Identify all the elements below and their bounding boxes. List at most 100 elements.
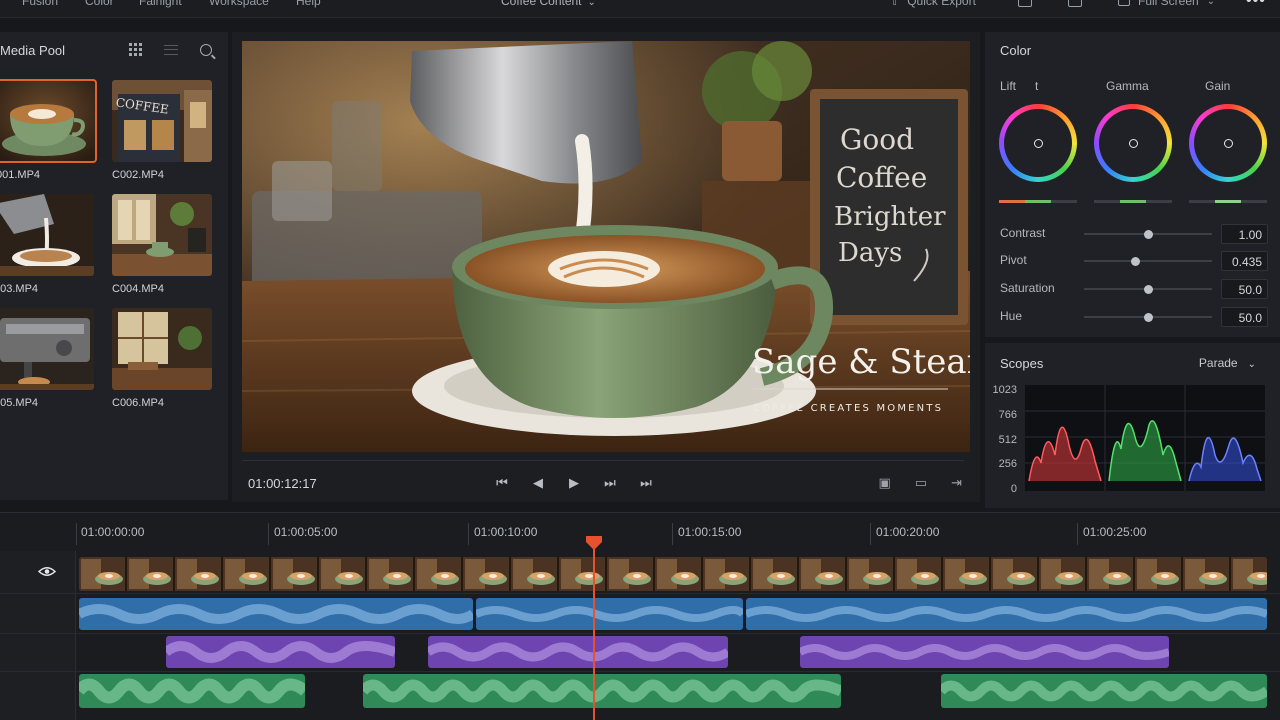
media-clip[interactable]: C006.MP4	[112, 308, 212, 409]
lift-wheel-handle[interactable]	[1034, 139, 1043, 148]
media-clip[interactable]: COFFEE C002.MP4	[112, 80, 212, 181]
clip-name: 003.MP4	[0, 283, 39, 295]
chevron-down-icon: ⌄	[587, 0, 596, 8]
audio-clip[interactable]	[79, 674, 305, 708]
transport-controls: ⏮ ◀ ▶ ⏭ ⏭	[494, 475, 654, 491]
gain-master-bar[interactable]	[1189, 200, 1267, 203]
saturation-slider[interactable]	[1084, 284, 1212, 294]
overlay-title: Sage & Steam	[752, 342, 970, 382]
ruler-timecode: 01:00:15:00	[678, 525, 742, 539]
project-title-dropdown[interactable]: Coffee Content ⌄	[501, 0, 596, 8]
contrast-control: Contrast 1.00	[1000, 224, 1270, 244]
gamma-wheel-handle[interactable]	[1129, 139, 1138, 148]
eye-icon[interactable]	[38, 566, 56, 577]
full-screen-label: Full Screen	[1138, 0, 1199, 8]
contrast-slider[interactable]	[1084, 229, 1212, 239]
audio-clip[interactable]	[166, 636, 395, 668]
audio-clip[interactable]	[476, 598, 743, 630]
pivot-label: Pivot	[1000, 253, 1027, 267]
go-to-start-icon[interactable]: ⏮	[494, 475, 510, 491]
video-preview[interactable]: Good Coffee Brighter Days Sage & Steam	[242, 41, 970, 452]
menu-bar: Fusion Color Fairlight Workspace Help Co…	[0, 0, 1280, 18]
scopes-panel: Scopes Parade ⌄ 1023 766 512 256 0	[985, 343, 1280, 508]
audio-clip[interactable]	[428, 636, 728, 668]
more-options-icon[interactable]: •••	[1246, 0, 1266, 10]
menu-help[interactable]: Help	[296, 0, 321, 8]
parade-scope	[1025, 385, 1265, 491]
hue-value[interactable]: 50.0	[1221, 307, 1268, 327]
saturation-label: Saturation	[1000, 281, 1055, 295]
color-panel: Color Lift t Gamma Gain Contrast 1.00 Pi…	[985, 32, 1280, 337]
audio-clip[interactable]	[941, 674, 1267, 708]
menu-fairlight[interactable]: Fairlight	[139, 0, 182, 8]
media-clip[interactable]: C004.MP4	[112, 194, 212, 295]
pivot-slider[interactable]	[1084, 256, 1212, 266]
hue-control: Hue 50.0	[1000, 307, 1270, 327]
playhead-handle[interactable]	[585, 536, 603, 550]
overlay-subtitle: COFFEE CREATES MOMENTS	[753, 403, 943, 414]
quick-export-label: Quick Export	[907, 0, 976, 8]
ruler-timecode: 01:00:00:00	[81, 525, 145, 539]
clip-thumbnail	[0, 194, 94, 276]
quick-export-button[interactable]: ⇧ Quick Export	[890, 0, 976, 8]
gamma-color-wheel[interactable]	[1094, 104, 1172, 182]
chalk-line-4: Days	[838, 238, 902, 268]
list-view-icon[interactable]	[164, 44, 178, 55]
step-back-icon[interactable]: ◀	[530, 475, 546, 491]
slider-knob[interactable]	[1144, 284, 1153, 294]
video-clip-track[interactable]	[79, 557, 1267, 591]
play-icon[interactable]: ▶	[566, 475, 582, 491]
viewer-timecode: 01:00:12:17	[248, 476, 317, 491]
color-panel-title: Color	[1000, 43, 1032, 58]
clip-thumbnail	[0, 308, 94, 390]
dual-monitor-icon	[1068, 0, 1082, 7]
playhead[interactable]	[593, 549, 595, 720]
menu-workspace[interactable]: Workspace	[209, 0, 269, 8]
viewer-panel: Good Coffee Brighter Days Sage & Steam	[232, 32, 980, 502]
media-pool-panel: Media Pool 001.MP4 COFFEE C002.MP4 03.MP…	[0, 32, 228, 500]
hue-slider[interactable]	[1084, 312, 1212, 322]
media-clip[interactable]: 003.MP4	[0, 194, 94, 295]
gain-color-wheel[interactable]	[1189, 104, 1267, 182]
match-frame-icon[interactable]: ⇥	[951, 475, 962, 491]
full-screen-dropdown[interactable]: Full Screen ⌄	[1118, 0, 1215, 8]
scopes-title: Scopes	[1000, 356, 1044, 371]
slider-knob[interactable]	[1144, 312, 1153, 322]
media-pool-title: Media Pool	[0, 43, 66, 58]
media-clip[interactable]: 005.MP4	[0, 308, 94, 409]
ruler-timecode: 01:00:25:00	[1083, 525, 1147, 539]
safe-area-icon[interactable]: ▣	[879, 475, 891, 491]
scope-mode-label: Parade	[1198, 356, 1238, 370]
go-to-end-icon[interactable]: ⏭	[638, 475, 654, 491]
lift-master-bar[interactable]	[999, 200, 1077, 203]
chevron-down-icon: ⌄	[1206, 0, 1216, 7]
scope-axis-label: 256	[998, 458, 1017, 470]
audio-clip[interactable]	[79, 598, 473, 630]
menu-color[interactable]: Color	[85, 0, 114, 8]
saturation-control: Saturation 50.0	[1000, 279, 1270, 299]
media-clip[interactable]: 001.MP4	[0, 79, 97, 181]
slider-knob[interactable]	[1131, 256, 1140, 266]
dual-monitor-button[interactable]	[1068, 0, 1082, 7]
pivot-value[interactable]: 0.435	[1221, 251, 1268, 271]
clip-thumbnail	[112, 308, 212, 390]
clip-name: 005.MP4	[0, 397, 39, 409]
audio-clip[interactable]	[800, 636, 1169, 668]
monitor-button[interactable]	[1018, 0, 1032, 7]
step-forward-icon[interactable]: ⏭	[602, 475, 618, 491]
audio-clip[interactable]	[363, 674, 841, 708]
lift-color-wheel[interactable]	[999, 104, 1077, 182]
viewer-mode-icon[interactable]: ▭	[915, 475, 927, 491]
slider-knob[interactable]	[1144, 229, 1153, 239]
chevron-down-icon: ⌄	[1247, 359, 1256, 370]
grid-view-icon[interactable]	[129, 43, 142, 56]
saturation-value[interactable]: 50.0	[1221, 279, 1268, 299]
menu-fusion[interactable]: Fusion	[22, 0, 58, 8]
clip-name: C002.MP4	[112, 169, 164, 181]
gain-wheel-handle[interactable]	[1224, 139, 1233, 148]
search-icon[interactable]	[200, 43, 212, 56]
audio-clip[interactable]	[746, 598, 1267, 630]
contrast-value[interactable]: 1.00	[1221, 224, 1268, 244]
gamma-master-bar[interactable]	[1094, 200, 1172, 203]
scope-mode-dropdown[interactable]: Parade ⌄	[1199, 356, 1256, 370]
